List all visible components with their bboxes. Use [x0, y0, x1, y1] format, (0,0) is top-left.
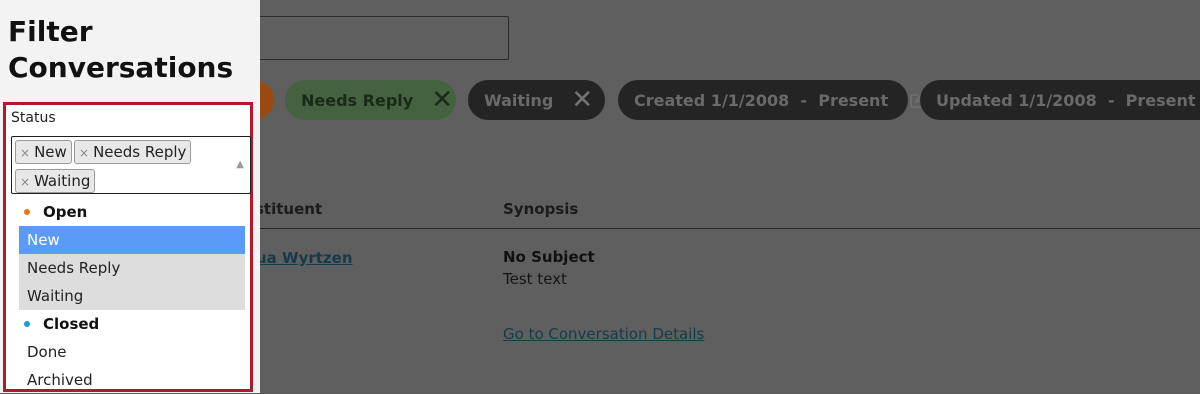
group-label: Open [43, 203, 88, 221]
chip-label: Needs Reply [301, 90, 414, 110]
filter-panel: Filter Conversations Status × New × Needs … [0, 0, 260, 393]
tag-label: Needs Reply [93, 143, 187, 161]
open-status-dot-icon [24, 208, 30, 215]
filter-chip-waiting[interactable]: Waiting ✕ [468, 80, 605, 120]
remove-tag-icon[interactable]: × [20, 146, 30, 160]
selected-tag-needs-reply[interactable]: × Needs Reply [74, 140, 192, 164]
table-divider [245, 228, 1200, 229]
constituent-link[interactable]: ua Wyrtzen [256, 249, 353, 267]
filter-chip-updated[interactable]: Updated 1/1/2008 - Present [920, 80, 1200, 120]
chevron-up-icon[interactable]: ▲ [236, 159, 244, 170]
remove-tag-icon[interactable]: × [20, 175, 30, 189]
panel-title: Filter Conversations [8, 15, 234, 84]
selected-tag-new[interactable]: × New [15, 140, 72, 164]
option-group-open: Open [19, 198, 245, 226]
remove-tag-icon[interactable]: × [79, 146, 89, 160]
filter-chip-created[interactable]: Created 1/1/2008 - Present [618, 80, 928, 120]
chip-label: Updated 1/1/2008 - Present [936, 90, 1196, 110]
option-needs-reply[interactable]: Needs Reply [19, 254, 245, 282]
closed-status-dot-icon [24, 320, 30, 327]
column-header-constituent[interactable]: stituent [255, 200, 322, 218]
option-waiting[interactable]: Waiting [19, 282, 245, 310]
status-multiselect[interactable]: × New × Needs Reply × Waiting ▲ [11, 136, 251, 194]
option-done[interactable]: Done [19, 338, 245, 366]
option-archived[interactable]: Archived [19, 366, 245, 394]
group-label: Closed [43, 315, 100, 333]
selected-tag-waiting[interactable]: × Waiting [15, 169, 96, 193]
chip-label: Created 1/1/2008 - Present [634, 90, 889, 110]
tag-label: New [34, 143, 67, 161]
option-new[interactable]: New [19, 226, 245, 254]
status-filter-highlight: Status × New × Needs Reply × Waiting ▲ Open… [3, 102, 253, 392]
chip-label: Waiting [484, 90, 554, 110]
column-header-synopsis[interactable]: Synopsis [503, 200, 578, 218]
tag-label: Waiting [34, 172, 91, 190]
synopsis-text: Test text [503, 270, 567, 288]
synopsis-title: No Subject [503, 248, 595, 266]
option-group-closed: Closed [19, 310, 245, 338]
search-input[interactable] [245, 16, 509, 60]
close-icon[interactable]: ✕ [431, 87, 453, 113]
conversation-details-link[interactable]: Go to Conversation Details [503, 325, 704, 343]
filter-chip-needs-reply[interactable]: Needs Reply ✕ [285, 80, 456, 120]
status-label: Status [11, 110, 56, 126]
close-icon[interactable]: ✕ [571, 87, 593, 113]
